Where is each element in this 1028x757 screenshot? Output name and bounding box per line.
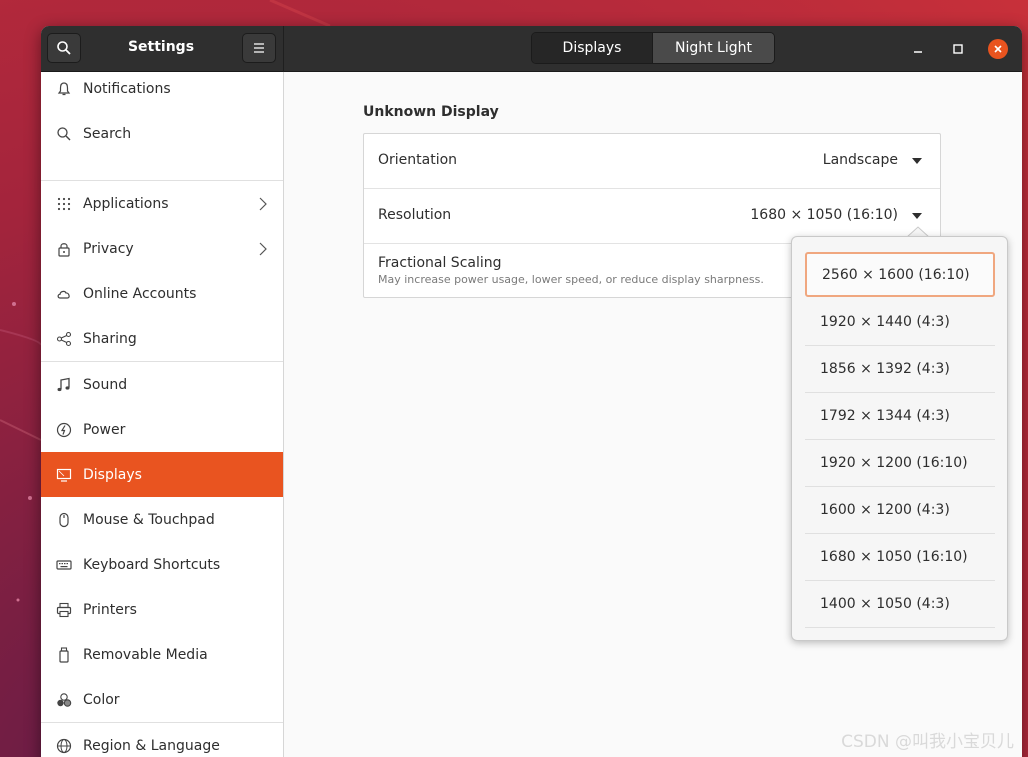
hamburger-menu-icon (254, 43, 264, 53)
orientation-label: Orientation (378, 152, 458, 168)
resolution-option[interactable]: 1856 × 1392 (4:3) (805, 346, 995, 393)
sidebar-item-region-language[interactable]: Region & Language (41, 723, 283, 757)
sidebar-item-notifications[interactable]: Notifications (41, 66, 283, 111)
globe-icon (55, 737, 73, 755)
sidebar-item-label: Region & Language (83, 737, 220, 754)
tab-displays[interactable]: Displays (532, 33, 652, 63)
bell-icon (55, 80, 73, 98)
sidebar-item-label: Printers (83, 601, 137, 618)
minimize-button[interactable] (908, 39, 928, 59)
lock-icon (55, 240, 73, 258)
resolution-option[interactable]: 2560 × 1600 (16:10) (805, 252, 995, 297)
fractional-scaling-description: May increase power usage, lower speed, o… (378, 273, 764, 286)
orientation-value: Landscape (822, 152, 898, 168)
search-icon (55, 125, 73, 143)
sidebar-item-label: Privacy (83, 240, 134, 257)
resolution-option[interactable]: 1920 × 1440 (4:3) (805, 299, 995, 346)
sidebar-item-printers[interactable]: Printers (41, 587, 283, 632)
sidebar-item-label: Sound (83, 376, 128, 393)
sidebar-item-label: Keyboard Shortcuts (83, 556, 221, 573)
dropdown-arrow-icon (912, 158, 922, 164)
search-button[interactable] (47, 33, 81, 63)
resolution-label: Resolution (378, 207, 452, 223)
sidebar-item-label: Notifications (83, 80, 171, 97)
minimize-icon (914, 51, 922, 53)
sidebar-item-online-accounts[interactable]: Online Accounts (41, 271, 283, 316)
color-icon (55, 691, 73, 709)
sidebar-item-sound[interactable]: Sound (41, 362, 283, 407)
sidebar-item-label: Removable Media (83, 646, 208, 663)
resolution-option[interactable]: 1920 × 1200 (16:10) (805, 440, 995, 487)
watermark-text: CSDN @叫我小宝贝儿 (841, 732, 1014, 752)
resolution-options-list: 2560 × 1600 (16:10) 1920 × 1440 (4:3) 18… (805, 250, 995, 635)
sidebar-item-power[interactable]: Power (41, 407, 283, 452)
sidebar-item-search[interactable]: Search (41, 111, 283, 156)
grid-icon (55, 195, 73, 213)
close-button[interactable] (988, 39, 1008, 59)
power-icon (55, 421, 73, 439)
fractional-scaling-label: Fractional Scaling (378, 255, 502, 271)
search-icon (57, 41, 71, 55)
sidebar-item-label: Displays (83, 466, 142, 483)
resolution-option[interactable]: 1600 × 1200 (4:3) (805, 487, 995, 534)
keyboard-icon (55, 556, 73, 574)
removable-media-icon (55, 646, 73, 664)
sidebar-item-label: Online Accounts (83, 285, 197, 302)
resolution-popover: 2560 × 1600 (16:10) 1920 × 1440 (4:3) 18… (791, 236, 1008, 641)
sidebar-item-label: Applications (83, 195, 169, 212)
resolution-value: 1680 × 1050 (16:10) (750, 207, 898, 223)
resolution-option[interactable]: 1680 × 1050 (16:10) (805, 534, 995, 581)
chevron-right-icon (259, 197, 267, 210)
sidebar-item-mouse-touchpad[interactable]: Mouse & Touchpad (41, 497, 283, 542)
sidebar-item-applications[interactable]: Applications (41, 181, 283, 226)
dropdown-arrow-icon (912, 213, 922, 219)
tab-night-light[interactable]: Night Light (652, 33, 774, 63)
sidebar-item-keyboard-shortcuts[interactable]: Keyboard Shortcuts (41, 542, 283, 587)
sidebar-item-label: Mouse & Touchpad (83, 511, 215, 528)
share-icon (55, 330, 73, 348)
sidebar: Notifications Search Applications Privac… (41, 72, 284, 757)
maximize-button[interactable] (948, 39, 968, 59)
sidebar-item-removable-media[interactable]: Removable Media (41, 632, 283, 677)
close-icon (994, 45, 1002, 53)
orientation-row[interactable]: Orientation Landscape (364, 134, 940, 189)
display-name-heading: Unknown Display (363, 104, 499, 120)
mouse-icon (55, 511, 73, 529)
sidebar-item-label: Power (83, 421, 126, 438)
sidebar-item-label: Sharing (83, 330, 137, 347)
resolution-option[interactable]: 1400 × 1050 (4:3) (805, 581, 995, 628)
view-switcher: Displays Night Light (531, 32, 775, 64)
sidebar-item-displays[interactable]: Displays (41, 452, 283, 497)
sidebar-item-sharing[interactable]: Sharing (41, 316, 283, 361)
display-icon (55, 466, 73, 484)
chevron-right-icon (259, 242, 267, 255)
sidebar-item-privacy[interactable]: Privacy (41, 226, 283, 271)
resolution-option[interactable]: 1792 × 1344 (4:3) (805, 393, 995, 440)
music-note-icon (55, 376, 73, 394)
app-title: Settings (127, 39, 195, 55)
cloud-icon (55, 285, 73, 303)
maximize-icon (953, 44, 963, 54)
printer-icon (55, 601, 73, 619)
menu-button[interactable] (242, 33, 276, 63)
sidebar-item-label: Search (83, 125, 132, 142)
sidebar-item-color[interactable]: Color (41, 677, 283, 722)
sidebar-item-label: Color (83, 691, 120, 708)
